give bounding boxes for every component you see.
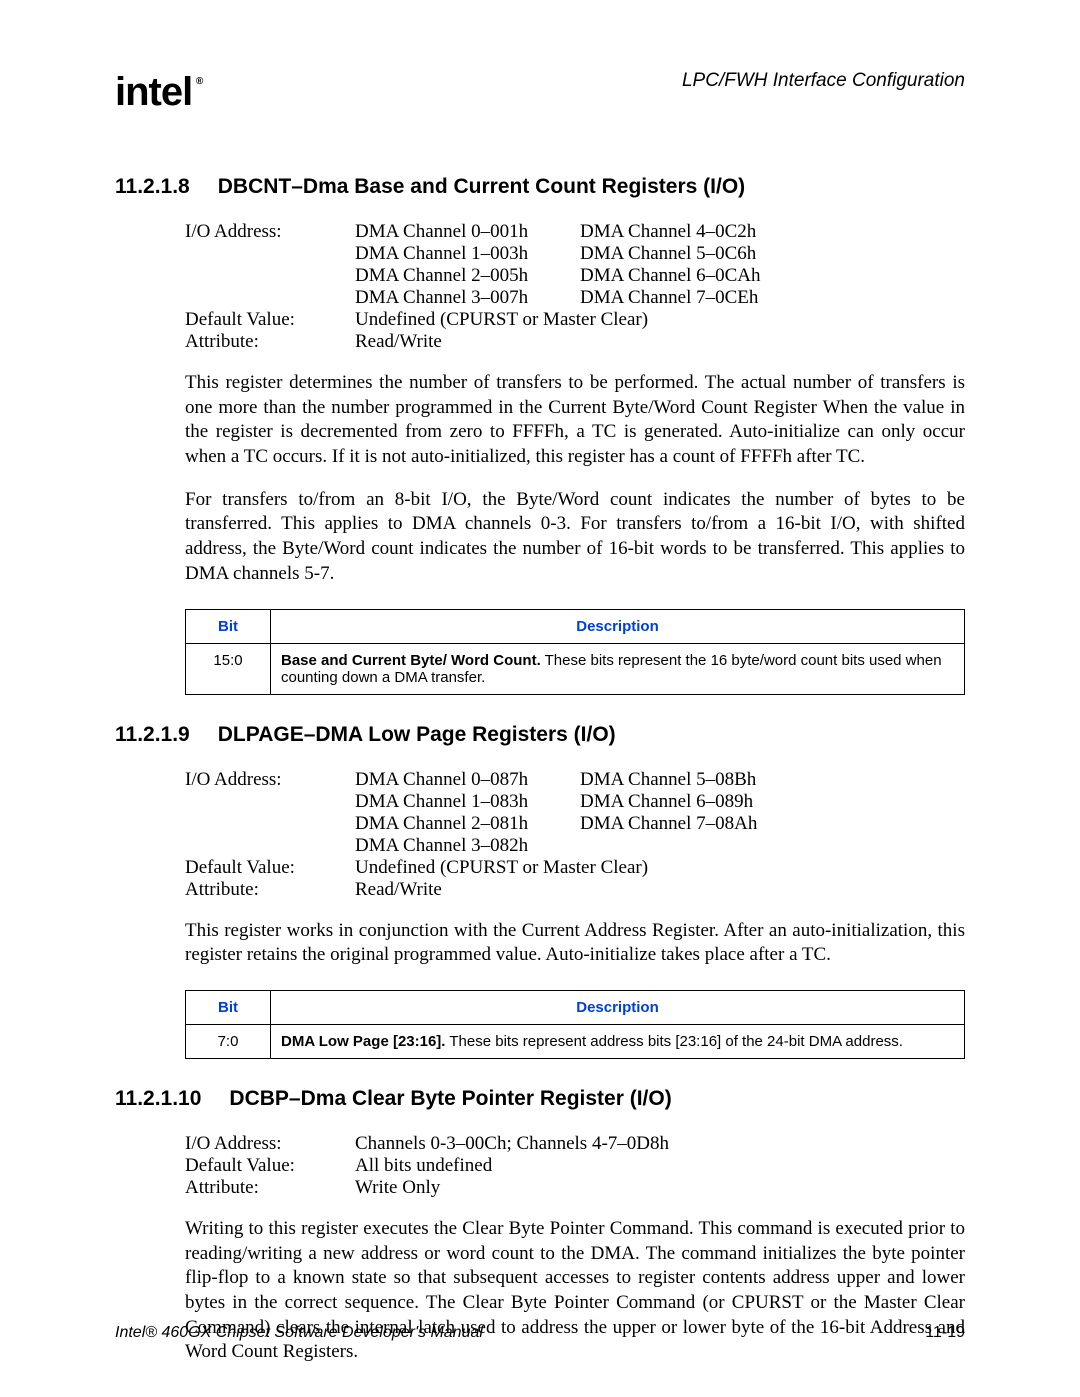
footer-page-number: 11-19: [925, 1324, 965, 1342]
kv-value: DMA Channel 6–089h: [580, 791, 805, 813]
section-heading: 11.2.1.9 DLPAGE–DMA Low Page Registers (…: [115, 723, 965, 747]
table-header-desc: Description: [271, 990, 965, 1024]
kv-value: Read/Write: [355, 331, 442, 353]
kv-label-attr: Attribute:: [185, 879, 355, 901]
kv-value: Undefined (CPURST or Master Clear): [355, 309, 648, 331]
kv-value: DMA Channel 5–08Bh: [580, 769, 805, 791]
section-dlpage: 11.2.1.9 DLPAGE–DMA Low Page Registers (…: [115, 723, 965, 1059]
page: intel® LPC/FWH Interface Configuration 1…: [0, 0, 1080, 1397]
paragraph: Writing to this register executes the Cl…: [185, 1217, 965, 1365]
kv-value: DMA Channel 7–0CEh: [580, 287, 805, 309]
kv-label-default: Default Value:: [185, 309, 355, 331]
section-heading: 11.2.1.10 DCBP–Dma Clear Byte Pointer Re…: [115, 1087, 965, 1111]
table-row: 15:0 Base and Current Byte/ Word Count. …: [186, 643, 965, 694]
desc-rest: These bits represent address bits [23:16…: [445, 1033, 902, 1050]
table-row: 7:0 DMA Low Page [23:16]. These bits rep…: [186, 1024, 965, 1058]
kv-value: DMA Channel 3–082h: [355, 835, 580, 857]
section-number: 11.2.1.8: [115, 175, 190, 199]
section-title: DCBP–Dma Clear Byte Pointer Register (I/…: [229, 1087, 671, 1111]
kv-value: DMA Channel 7–08Ah: [580, 813, 805, 835]
kv-label-io: I/O Address:: [185, 221, 355, 309]
table-header-bit: Bit: [186, 990, 271, 1024]
section-dbcnt: 11.2.1.8 DBCNT–Dma Base and Current Coun…: [115, 175, 965, 695]
section-title: DLPAGE–DMA Low Page Registers (I/O): [218, 723, 616, 747]
kv-block: I/O Address: DMA Channel 0–087h DMA Chan…: [185, 769, 965, 901]
footer-doc-title: Intel® 460GX Chipset Software Developer'…: [115, 1324, 483, 1342]
bit-description-table: Bit Description 15:0 Base and Current By…: [185, 609, 965, 695]
kv-label-default: Default Value:: [185, 857, 355, 879]
kv-label-default: Default Value:: [185, 1155, 355, 1177]
kv-value: DMA Channel 6–0CAh: [580, 265, 805, 287]
header-doc-title: LPC/FWH Interface Configuration: [682, 70, 965, 92]
section-number: 11.2.1.10: [115, 1087, 201, 1111]
kv-value: Channels 0-3–00Ch; Channels 4-7–0D8h: [355, 1133, 669, 1155]
cell-bit: 7:0: [186, 1024, 271, 1058]
section-title: DBCNT–Dma Base and Current Count Registe…: [218, 175, 745, 199]
kv-label-io: I/O Address:: [185, 1133, 355, 1155]
kv-value: DMA Channel 5–0C6h: [580, 243, 805, 265]
page-header: intel® LPC/FWH Interface Configuration: [115, 70, 965, 115]
bit-description-table: Bit Description 7:0 DMA Low Page [23:16]…: [185, 990, 965, 1059]
kv-value: All bits undefined: [355, 1155, 492, 1177]
kv-block: I/O Address: DMA Channel 0–001h DMA Chan…: [185, 221, 965, 353]
logo-reg: ®: [196, 76, 202, 87]
kv-value: DMA Channel 0–001h: [355, 221, 580, 243]
kv-label-attr: Attribute:: [185, 331, 355, 353]
kv-label-io: I/O Address:: [185, 769, 355, 857]
section-number: 11.2.1.9: [115, 723, 190, 747]
kv-value: DMA Channel 0–087h: [355, 769, 580, 791]
kv-value: DMA Channel 3–007h: [355, 287, 580, 309]
paragraph: This register determines the number of t…: [185, 371, 965, 470]
cell-desc: DMA Low Page [23:16]. These bits represe…: [271, 1024, 965, 1058]
page-footer: Intel® 460GX Chipset Software Developer'…: [115, 1324, 965, 1342]
kv-value: Write Only: [355, 1177, 440, 1199]
paragraph: This register works in conjunction with …: [185, 919, 965, 968]
kv-value: DMA Channel 2–005h: [355, 265, 580, 287]
cell-desc: Base and Current Byte/ Word Count. These…: [271, 643, 965, 694]
kv-value: Read/Write: [355, 879, 442, 901]
desc-bold: DMA Low Page [23:16].: [281, 1033, 445, 1050]
kv-value: DMA Channel 2–081h: [355, 813, 580, 835]
cell-bit: 15:0: [186, 643, 271, 694]
paragraph: For transfers to/from an 8-bit I/O, the …: [185, 488, 965, 587]
logo-text: intel: [115, 70, 192, 114]
intel-logo: intel®: [115, 70, 192, 115]
desc-bold: Base and Current Byte/ Word Count.: [281, 652, 541, 669]
kv-block: I/O Address: Channels 0-3–00Ch; Channels…: [185, 1133, 965, 1199]
kv-value: DMA Channel 4–0C2h: [580, 221, 805, 243]
kv-label-attr: Attribute:: [185, 1177, 355, 1199]
kv-value: DMA Channel 1–083h: [355, 791, 580, 813]
kv-value: Undefined (CPURST or Master Clear): [355, 857, 648, 879]
table-header-bit: Bit: [186, 609, 271, 643]
kv-value: DMA Channel 1–003h: [355, 243, 580, 265]
section-heading: 11.2.1.8 DBCNT–Dma Base and Current Coun…: [115, 175, 965, 199]
table-header-desc: Description: [271, 609, 965, 643]
